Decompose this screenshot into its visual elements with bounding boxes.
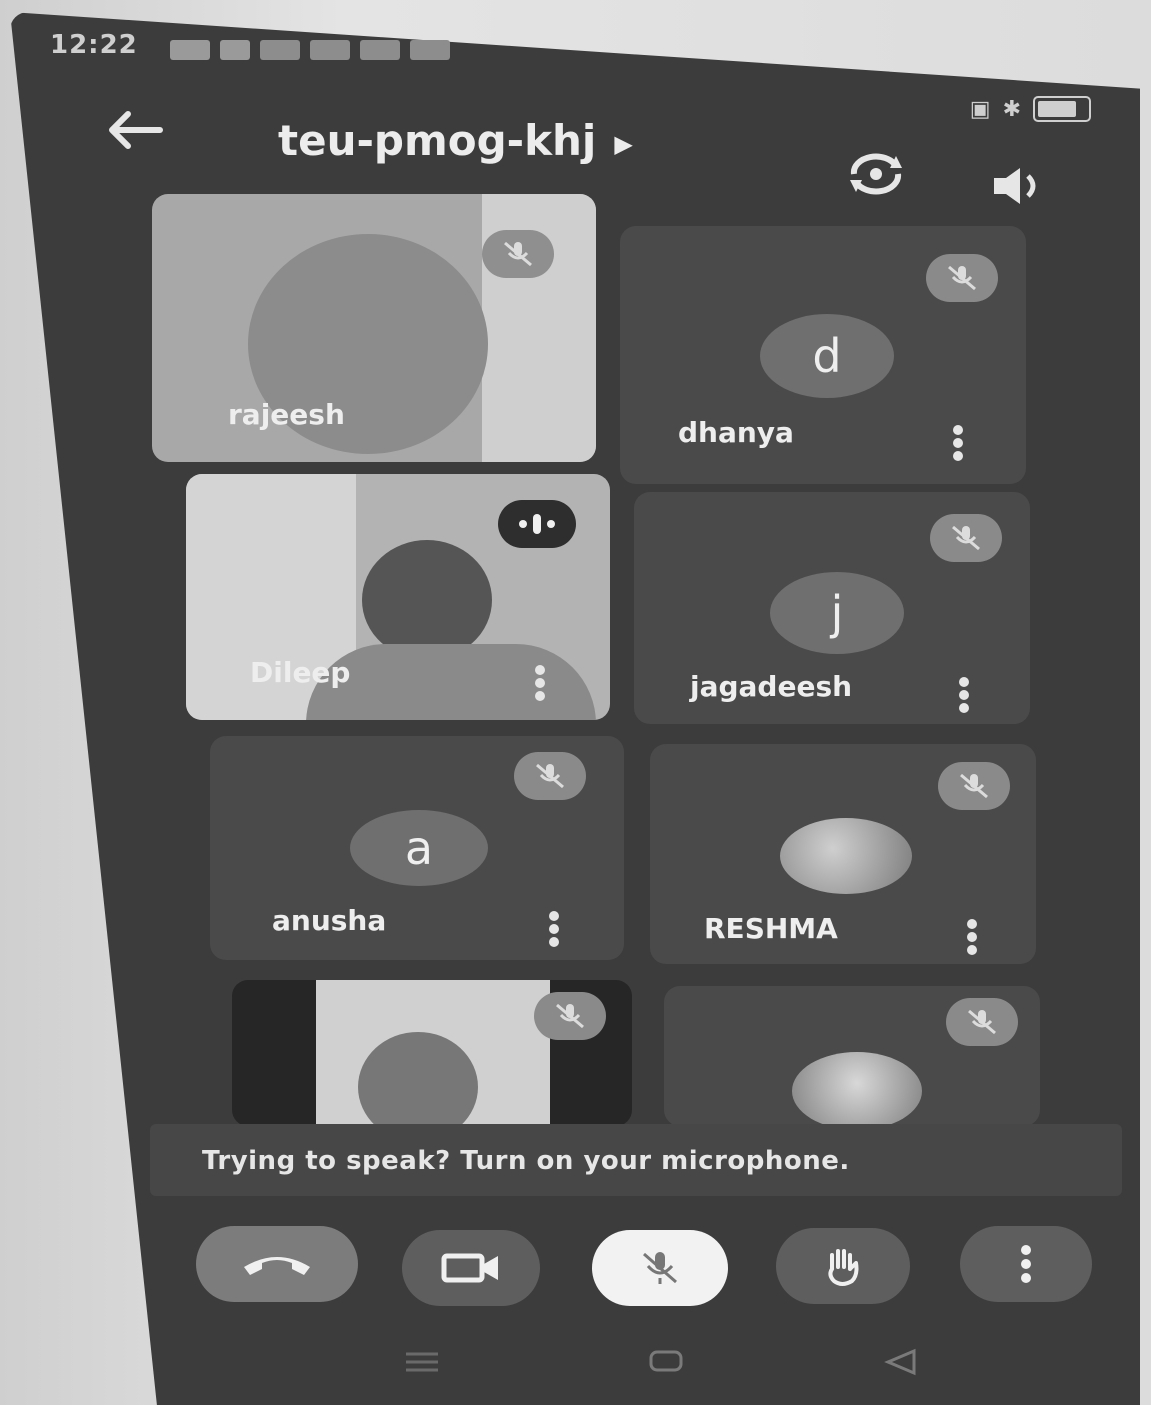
mute-badge bbox=[534, 992, 606, 1040]
notification-icon bbox=[260, 40, 300, 60]
participant-tile-rajeesh[interactable]: rajeesh bbox=[152, 194, 596, 462]
avatar: d bbox=[760, 314, 894, 398]
speaking-indicator-icon bbox=[519, 514, 555, 534]
speaker-icon bbox=[994, 168, 1036, 204]
more-options-button[interactable] bbox=[534, 662, 546, 706]
mic-off-icon bbox=[948, 265, 976, 291]
notification-icon bbox=[410, 40, 450, 60]
mute-badge bbox=[930, 514, 1002, 562]
mic-off-icon bbox=[504, 241, 532, 267]
notification-icon bbox=[310, 40, 350, 60]
participant-name: dhanya bbox=[678, 416, 794, 449]
battery-icon bbox=[1033, 96, 1091, 122]
speaker-button[interactable] bbox=[990, 164, 1048, 208]
home-icon bbox=[649, 1350, 683, 1372]
participant-name: Dileep bbox=[250, 656, 351, 689]
participant-name: anusha bbox=[272, 904, 387, 937]
camera-button[interactable] bbox=[402, 1230, 540, 1306]
mic-off-icon bbox=[968, 1009, 996, 1035]
speaking-badge bbox=[498, 500, 576, 548]
avatar-photo bbox=[780, 818, 912, 894]
participant-tile-anusha[interactable]: a anusha bbox=[210, 736, 624, 960]
mic-off-icon bbox=[643, 1252, 677, 1284]
microphone-button[interactable] bbox=[592, 1230, 728, 1306]
more-options-button[interactable] bbox=[960, 1226, 1092, 1302]
status-time: 12:22 bbox=[50, 30, 138, 60]
participant-video bbox=[362, 540, 492, 660]
participant-tile-jagadeesh[interactable]: j jagadeesh bbox=[634, 492, 1030, 724]
volte-icon bbox=[220, 40, 250, 60]
raise-hand-button[interactable] bbox=[776, 1228, 910, 1304]
more-options-button[interactable] bbox=[958, 674, 970, 718]
bluetooth-icon: ✱ bbox=[1002, 96, 1021, 122]
more-options-button[interactable] bbox=[952, 422, 964, 466]
participant-tile-dileep[interactable]: Dileep bbox=[186, 474, 610, 720]
status-icons bbox=[170, 40, 450, 60]
mic-off-icon bbox=[952, 525, 980, 551]
mic-off-icon bbox=[556, 1003, 584, 1029]
video-camera-icon bbox=[441, 1253, 498, 1283]
caret-right-icon: ▶ bbox=[614, 129, 633, 158]
end-call-button[interactable] bbox=[196, 1226, 358, 1302]
mic-off-icon bbox=[536, 763, 564, 789]
avatar: j bbox=[770, 572, 904, 654]
mic-hint-text: Trying to speak? Turn on your microphone… bbox=[202, 1146, 850, 1176]
avatar: a bbox=[350, 810, 488, 886]
end-call-icon bbox=[244, 1257, 310, 1275]
menu-icon bbox=[406, 1352, 438, 1372]
arrow-left-icon bbox=[109, 111, 163, 149]
more-vertical-icon bbox=[1021, 1245, 1031, 1283]
mic-off-icon bbox=[960, 773, 988, 799]
participant-tile-avatar[interactable] bbox=[664, 986, 1040, 1126]
more-options-button[interactable] bbox=[548, 908, 560, 952]
status-right: ▣ ✱ bbox=[970, 96, 1091, 122]
mute-badge bbox=[482, 230, 554, 278]
nav-back-button[interactable] bbox=[884, 1348, 918, 1376]
participant-name: RESHMA bbox=[704, 912, 838, 945]
participant-name: jagadeesh bbox=[690, 670, 853, 703]
mic-hint-banner: Trying to speak? Turn on your microphone… bbox=[150, 1124, 1122, 1196]
participant-tile-dhanya[interactable]: d dhanya bbox=[620, 226, 1026, 484]
nav-home-button[interactable] bbox=[648, 1348, 684, 1374]
participant-name: rajeesh bbox=[228, 398, 345, 431]
switch-camera-button[interactable] bbox=[846, 152, 906, 196]
nav-recents-button[interactable] bbox=[404, 1348, 440, 1376]
meeting-code[interactable]: teu-pmog-khj ▶ bbox=[278, 116, 633, 165]
back-triangle-icon bbox=[884, 1348, 916, 1376]
meeting-code-text: teu-pmog-khj bbox=[278, 116, 597, 165]
mute-badge bbox=[926, 254, 998, 302]
switch-camera-icon bbox=[850, 153, 902, 195]
more-options-button[interactable] bbox=[966, 916, 978, 960]
back-button[interactable] bbox=[104, 108, 164, 164]
raise-hand-icon bbox=[828, 1249, 859, 1286]
avatar-photo bbox=[792, 1052, 922, 1126]
mute-badge bbox=[946, 998, 1018, 1046]
participant-tile-video[interactable] bbox=[232, 980, 632, 1126]
notification-icon bbox=[360, 40, 400, 60]
mute-badge bbox=[514, 752, 586, 800]
vibrate-icon: ▣ bbox=[969, 96, 991, 122]
signal-icon bbox=[170, 40, 210, 60]
mute-badge bbox=[938, 762, 1010, 810]
participant-tile-reshma[interactable]: RESHMA bbox=[650, 744, 1036, 964]
